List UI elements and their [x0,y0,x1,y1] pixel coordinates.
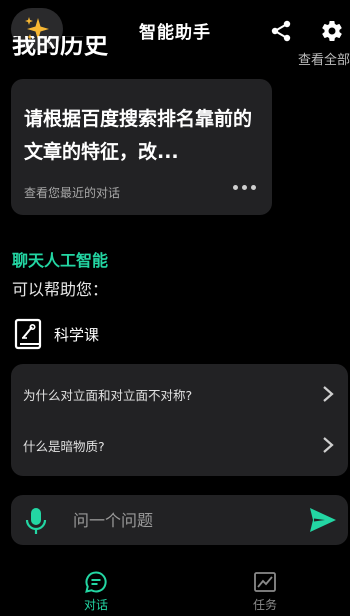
suggestion-item[interactable]: 什么是暗物质? [23,433,334,457]
view-all-link[interactable]: 查看全部 [298,49,350,68]
suggestion-text: 什么是暗物质? [23,438,105,454]
nav-tab-task-label: 任务 [252,598,277,612]
book-icon [14,318,42,350]
topic-label: 科学课 [54,325,100,344]
question-bar [11,495,348,545]
nav-tab-task[interactable]: 任务 [235,570,295,613]
ai-section-title: 聊天人工智能 [12,251,109,270]
history-card[interactable]: 请根据百度搜索排名靠前的文章的特征，改... 查看您最近的对话 [11,79,272,215]
nav-tab-chat[interactable]: 对话 [66,570,126,613]
ai-section-subtitle: 可以帮助您： [12,280,109,299]
history-heading: 我的历史 [12,36,108,59]
suggestions-card: 为什么对立面和对立面不对称? 什么是暗物质? [11,364,348,476]
suggestion-item[interactable]: 为什么对立面和对立面不对称? [23,382,334,406]
history-card-text: 请根据百度搜索排名靠前的文章的特征，改... [24,108,253,163]
suggestion-text: 为什么对立面和对立面不对称? [23,387,193,403]
nav-tab-chat-label: 对话 [83,598,108,612]
topic-science[interactable]: 科学课 [14,318,99,350]
question-input[interactable] [73,507,293,533]
chat-icon [85,571,107,593]
microphone-icon[interactable] [25,507,47,535]
gear-icon[interactable] [320,19,344,43]
bottom-nav: 对话 任务 [0,560,350,616]
more-options-icon[interactable] [233,179,257,195]
chevron-right-icon [323,437,334,453]
send-icon[interactable] [309,507,337,533]
chart-icon [254,572,276,592]
chevron-right-icon [323,386,334,402]
history-card-subtitle: 查看您最近的对话 [24,186,121,200]
share-icon[interactable] [270,20,292,42]
